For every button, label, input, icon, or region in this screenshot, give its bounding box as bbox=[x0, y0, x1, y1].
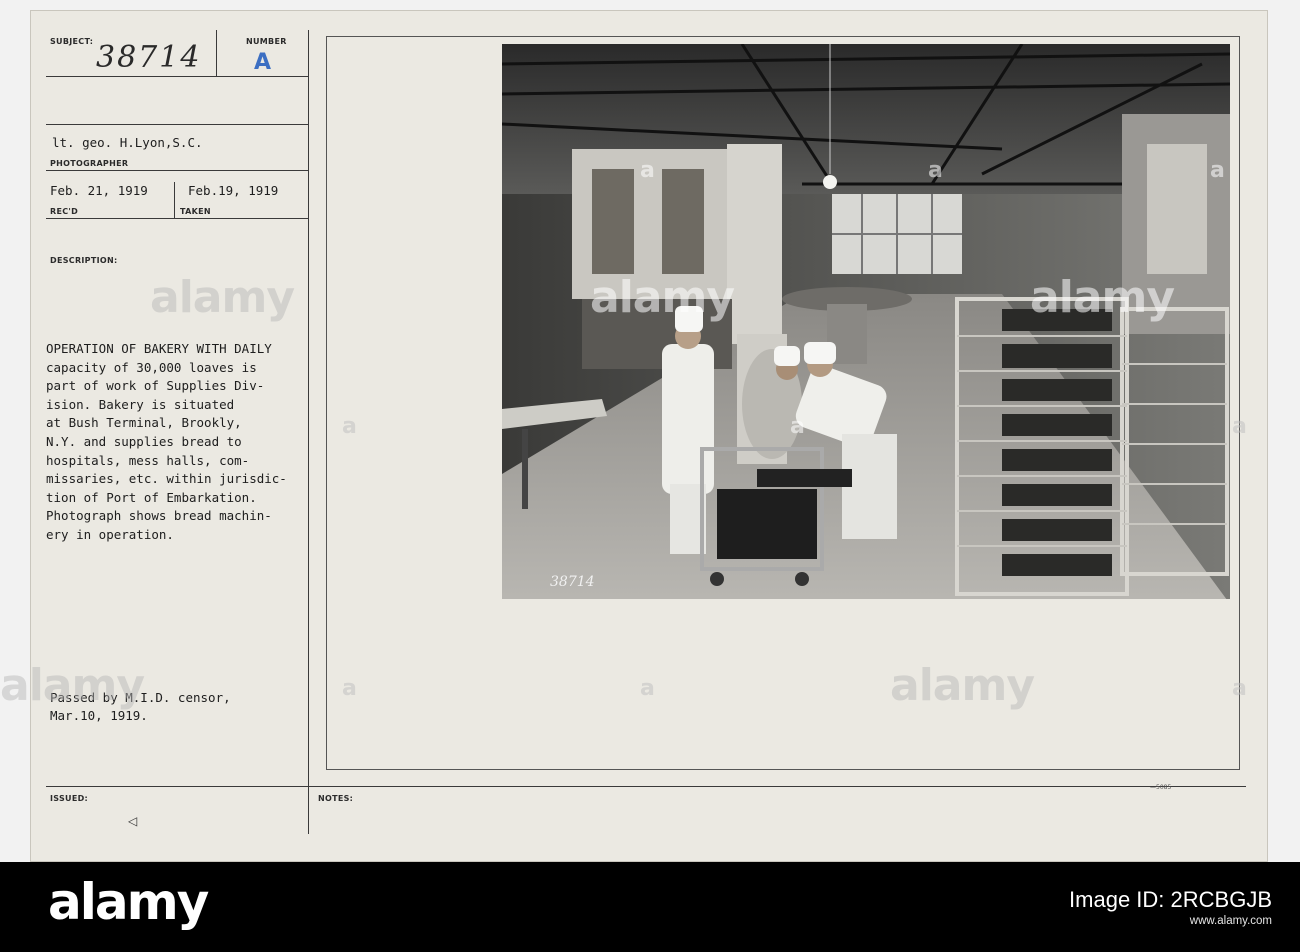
number-value: A bbox=[254, 50, 272, 75]
notes-label: NOTES: bbox=[318, 794, 354, 803]
rule-dates bbox=[46, 218, 308, 219]
description-line: at Bush Terminal, Brookly, bbox=[46, 415, 242, 431]
watermark-mark: a bbox=[928, 158, 943, 183]
watermark-mark: a bbox=[1232, 676, 1247, 701]
issued-label: ISSUED: bbox=[50, 794, 89, 803]
rule-number-divider bbox=[216, 30, 217, 76]
subject-label: SUBJECT: bbox=[50, 37, 94, 46]
watermark-text: alamy bbox=[590, 272, 735, 323]
description-text: OPERATION OF BAKERY WITH DAILY capacity … bbox=[46, 340, 287, 545]
description-label: DESCRIPTION: bbox=[50, 256, 118, 265]
subject-number: 38714 bbox=[96, 40, 202, 75]
description-line: N.Y. and supplies bread to bbox=[46, 433, 242, 449]
taken-date: Feb.19, 1919 bbox=[188, 183, 279, 198]
description-line: ision. Bakery is situated bbox=[46, 396, 235, 412]
rule-date-divider bbox=[174, 182, 175, 218]
photographer-value: lt. geo. H.Lyon,S.C. bbox=[52, 135, 203, 150]
image-id: Image ID: 2RCBGJB bbox=[1069, 887, 1272, 912]
taken-label: TAKEN bbox=[180, 207, 211, 216]
description-line: capacity of 30,000 loaves is bbox=[46, 359, 257, 375]
watermark-text: alamy bbox=[890, 660, 1035, 711]
watermark-mark: a bbox=[640, 676, 655, 701]
number-label: NUMBER bbox=[246, 37, 287, 46]
rule-subject bbox=[46, 76, 308, 77]
description-line: hospitals, mess halls, com- bbox=[46, 452, 250, 468]
watermark-mark: a bbox=[1210, 158, 1225, 183]
watermark-mark: a bbox=[640, 158, 655, 183]
column-divider bbox=[308, 30, 309, 834]
rule-bottom bbox=[46, 786, 1246, 787]
description-line: ery in operation. bbox=[46, 526, 174, 542]
issued-mark: ◁ bbox=[128, 814, 138, 828]
received-date: Feb. 21, 1919 bbox=[50, 183, 148, 198]
watermark-mark: a bbox=[342, 676, 357, 701]
watermark-mark: a bbox=[1232, 414, 1247, 439]
watermark-text: alamy bbox=[0, 660, 145, 711]
watermark-text: alamy bbox=[150, 272, 295, 323]
watermark-mark: a bbox=[342, 414, 357, 439]
description-line: OPERATION OF BAKERY WITH DAILY bbox=[46, 341, 272, 356]
rule-top bbox=[46, 124, 308, 125]
watermark-text: alamy bbox=[1030, 272, 1175, 323]
alamy-url[interactable]: www.alamy.com bbox=[1190, 915, 1272, 927]
form-number: —5085 bbox=[1150, 784, 1172, 791]
description-line: Photograph shows bread machin- bbox=[46, 508, 272, 524]
alamy-logo[interactable]: alamy bbox=[48, 873, 209, 931]
photo-negative-number: 38714 bbox=[550, 574, 595, 590]
description-line: tion of Port of Embarkation. bbox=[46, 489, 257, 505]
photographer-label: PHOTOGRAPHER bbox=[50, 159, 129, 168]
description-line: part of work of Supplies Div- bbox=[46, 378, 265, 394]
rule-photographer bbox=[46, 170, 308, 171]
watermark-mark: a bbox=[790, 414, 805, 439]
description-line: missaries, etc. within jurisdic- bbox=[46, 471, 287, 487]
received-label: REC'D bbox=[50, 207, 79, 216]
